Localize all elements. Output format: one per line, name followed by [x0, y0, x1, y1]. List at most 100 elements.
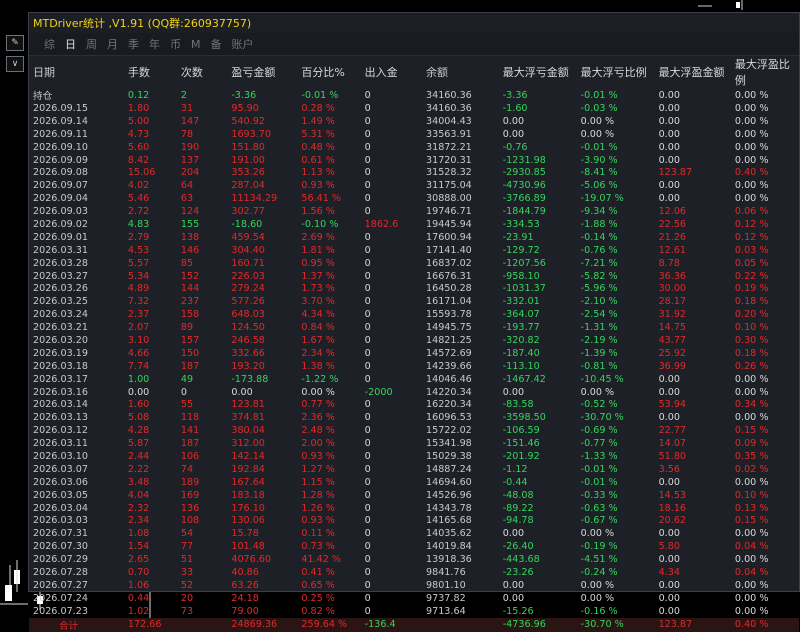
table-row[interactable]: 2026.03.05 4.04 169 183.18 1.28 % 0 14526.96 -4…	[29, 489, 799, 502]
table-row[interactable]: 2026.03.10 2.44 106 142.14 0.93 % 0 15029.38 -2…	[29, 450, 799, 463]
table-cell: -0.14 %	[580, 231, 618, 243]
table-row[interactable]: 2026.03.18 7.74 187 193.20 1.38 % 0 14239.66 -1…	[29, 360, 799, 373]
table-row[interactable]: 2026.07.30 1.54 77 101.48 0.73 % 0 14019.84 -26…	[29, 540, 799, 553]
table-row[interactable]: 2026.03.24 2.37 158 648.03 4.34 % 0 15593.78 -3…	[29, 308, 799, 321]
table-cell: 0.00	[502, 115, 525, 127]
table-row[interactable]: 2026.03.06 3.48 189 167.64 1.15 % 0 14694.60 -0…	[29, 476, 799, 489]
table-row[interactable]: 2026.03.28 5.57 85 160.71 0.95 % 0 16837.02 -12…	[29, 257, 799, 270]
table-cell: 147	[180, 115, 200, 127]
table-row[interactable]: 2026.03.17 1.00 49 -173.88 -1.22 % 0 14046.46 -…	[29, 373, 799, 386]
table-row[interactable]: 2026.07.31 1.08 54 15.78 0.11 % 0 14035.62 0.00…	[29, 527, 799, 540]
table-cell: -1.31 %	[580, 322, 618, 334]
table-cell: 648.03	[231, 309, 265, 321]
pin-button[interactable]: ✎	[6, 35, 24, 51]
table-row[interactable]: 2026.03.11 5.87 187 312.00 2.00 % 0 15341.98 -1…	[29, 437, 799, 450]
table-row[interactable]: 2026.03.03 2.34 108 130.06 0.93 % 0 14165.68 -9…	[29, 515, 799, 528]
table-row[interactable]: 2026.09.02 4.83 155 -18.60 -0.10 % 1862.6 1944…	[29, 218, 799, 231]
table-row[interactable]: 2026.03.16 0.00 0 0.00 0.00 % -2000 14220.34 0.…	[29, 386, 799, 399]
column-header[interactable]: 最大浮盈金额	[655, 56, 731, 88]
table-cell: 192.84	[231, 463, 265, 475]
table-row[interactable]: 2026.07.27 1.06 52 63.26 0.65 % 0 9801.10 0.00 0…	[29, 579, 799, 592]
table-row[interactable]: 2026.03.04 2.32 136 176.10 1.26 % 0 14343.78 -8…	[29, 502, 799, 515]
table-row[interactable]: 2026.09.01 2.79 138 459.54 2.69 % 0 17600.94 -2…	[29, 231, 799, 244]
column-header[interactable]: 余额	[422, 56, 499, 88]
tab-9[interactable]: 账户	[227, 36, 259, 52]
table-row[interactable]: 2026.09.11 4.73 78 1693.70 5.31 % 0 33563.91 0.…	[29, 128, 799, 141]
window-titlebar[interactable]: MTDriver统计 ,V1.91 (QQ群:260937757)	[29, 13, 799, 33]
table-row[interactable]: 2026.03.31 4.53 146 304.40 1.81 % 0 17141.40 -1…	[29, 244, 799, 257]
table-cell: -320.82	[502, 334, 540, 346]
table-row[interactable]: 2026.07.23 1.02 73 79.00 0.82 % 0 9713.64 -15.2…	[29, 605, 799, 618]
column-header[interactable]: 最大浮亏金额	[499, 56, 577, 88]
table-cell: 0	[364, 515, 371, 527]
tab-8[interactable]: 备	[206, 36, 227, 52]
table-cell: 0.93 %	[301, 515, 335, 527]
column-header[interactable]: 日期	[29, 56, 124, 88]
table-cell: 22.77	[658, 425, 687, 437]
column-header[interactable]: 盈亏金额	[227, 56, 297, 88]
tab-6[interactable]: 币	[165, 36, 186, 52]
column-header[interactable]: 百分比%	[297, 56, 360, 88]
table-row[interactable]: 2026.09.04 5.46 63 11134.29 56.41 % 0 30888.00…	[29, 192, 799, 205]
table-cell: 279.24	[231, 283, 265, 295]
tab-2[interactable]: 周	[81, 36, 102, 52]
column-header[interactable]: 手数	[124, 56, 177, 88]
table-cell: 85	[180, 257, 194, 269]
table-cell: 0.61 %	[301, 154, 335, 166]
table-cell: 130.06	[231, 515, 265, 527]
tab-7[interactable]: M	[186, 38, 206, 51]
table-cell: 34160.36	[426, 102, 472, 114]
table-cell: 5.08	[127, 412, 150, 424]
table-cell: 2.65	[127, 554, 150, 566]
table-cell: 14220.34	[426, 386, 472, 398]
table-row[interactable]: 2026.03.12 4.28 141 380.04 2.48 % 0 15722.02 -1…	[29, 424, 799, 437]
table-cell: 0.48 %	[301, 141, 335, 153]
table-cell: 2026.09.07	[33, 180, 88, 192]
table-row[interactable]: 2026.09.09 8.42 137 191.00 0.61 % 0 31720.31 -1…	[29, 154, 799, 167]
table-row[interactable]: 2026.03.19 4.66 150 332.66 2.34 % 0 14572.69 -1…	[29, 347, 799, 360]
table-cell: -2930.85	[502, 167, 546, 179]
table-row[interactable]: 2026.09.07 4.02 64 287.04 0.93 % 0 31175.04 -47…	[29, 179, 799, 192]
tab-5[interactable]: 年	[144, 36, 165, 52]
column-header[interactable]: 次数	[177, 56, 227, 88]
table-row[interactable]: 2026.09.14 5.00 147 540.92 1.49 % 0 34004.43 0.…	[29, 115, 799, 128]
table-row[interactable]: 持仓 0.12 2 -3.36 -0.01 % 0 34160.36 -3.36 -0.01 %…	[29, 88, 799, 103]
table-cell: 0.25 %	[301, 592, 335, 604]
table-cell: -151.46	[502, 438, 540, 450]
table-row[interactable]: 2026.03.20 3.10 157 246.58 1.67 % 0 14821.25 -3…	[29, 334, 799, 347]
table-row[interactable]: 2026.03.14 1.60 55 123.81 0.77 % 0 16220.34 -83…	[29, 398, 799, 411]
table-row[interactable]: 2026.03.21 2.07 89 124.50 0.84 % 0 14945.75 -19…	[29, 321, 799, 334]
table-row[interactable]: 2026.07.28 0.70 33 40.86 0.41 % 0 9841.76 -23.2…	[29, 566, 799, 579]
table-row[interactable]: 2026.03.07 2.22 74 192.84 1.27 % 0 14887.24 -1.…	[29, 463, 799, 476]
column-header[interactable]: 出入金	[361, 56, 422, 88]
table-row[interactable]: 2026.03.13 5.08 118 374.81 2.36 % 0 16096.53 -3…	[29, 411, 799, 424]
table-row[interactable]: 2026.03.25 7.32 237 577.26 3.70 % 0 16171.04 -3…	[29, 295, 799, 308]
table-row[interactable]: 2026.03.26 4.89 144 279.24 1.73 % 0 16450.28 -1…	[29, 282, 799, 295]
table-cell: 0.11 %	[301, 528, 335, 540]
table-cell: 2026.09.14	[33, 115, 88, 127]
table-cell: 2.07	[127, 322, 150, 334]
tab-1[interactable]: 日	[60, 36, 81, 52]
table-row[interactable]: 2026.09.08 15.06 204 353.26 1.13 % 0 31528.32 -…	[29, 166, 799, 179]
table-cell: 2026.03.13	[33, 412, 88, 424]
table-cell: 0	[364, 167, 371, 179]
table-row[interactable]: 2026.09.10 5.60 190 151.80 0.48 % 0 31872.21 -0…	[29, 141, 799, 154]
table-cell: 1.00	[127, 373, 150, 385]
table-row[interactable]: 2026.03.27 5.34 152 226.03 1.37 % 0 16676.31 -9…	[29, 270, 799, 283]
table-cell: -3.90 %	[580, 154, 618, 166]
table-row[interactable]: 2026.07.24 0.44 20 24.18 0.25 % 0 9737.82 0.00 0…	[29, 592, 799, 605]
tab-4[interactable]: 季	[123, 36, 144, 52]
tab-3[interactable]: 月	[102, 36, 123, 52]
table-row[interactable]: 2026.09.03 2.72 124 302.77 1.56 % 0 19746.71 -1…	[29, 205, 799, 218]
table-cell: 30888.00	[426, 193, 472, 205]
column-header[interactable]: 最大浮盈比例	[731, 56, 799, 88]
column-header[interactable]: 最大浮亏比例	[577, 56, 655, 88]
table-row[interactable]: 2026.07.29 2.65 51 4076.60 41.42 % 0 13918.36 -…	[29, 553, 799, 566]
table-cell: 0	[364, 231, 371, 243]
tab-0[interactable]: 综	[39, 36, 60, 52]
total-row: 合计 172.66 24869.36 259.64 % -136.4 -4736.96 -3…	[29, 617, 799, 632]
table-cell: 30.00	[658, 283, 687, 295]
table-row[interactable]: 2026.09.15 1.80 31 95.90 0.28 % 0 34160.36 -1.6…	[29, 102, 799, 115]
collapse-button[interactable]: ∨	[6, 56, 24, 72]
table-cell: 2026.03.12	[33, 425, 88, 437]
